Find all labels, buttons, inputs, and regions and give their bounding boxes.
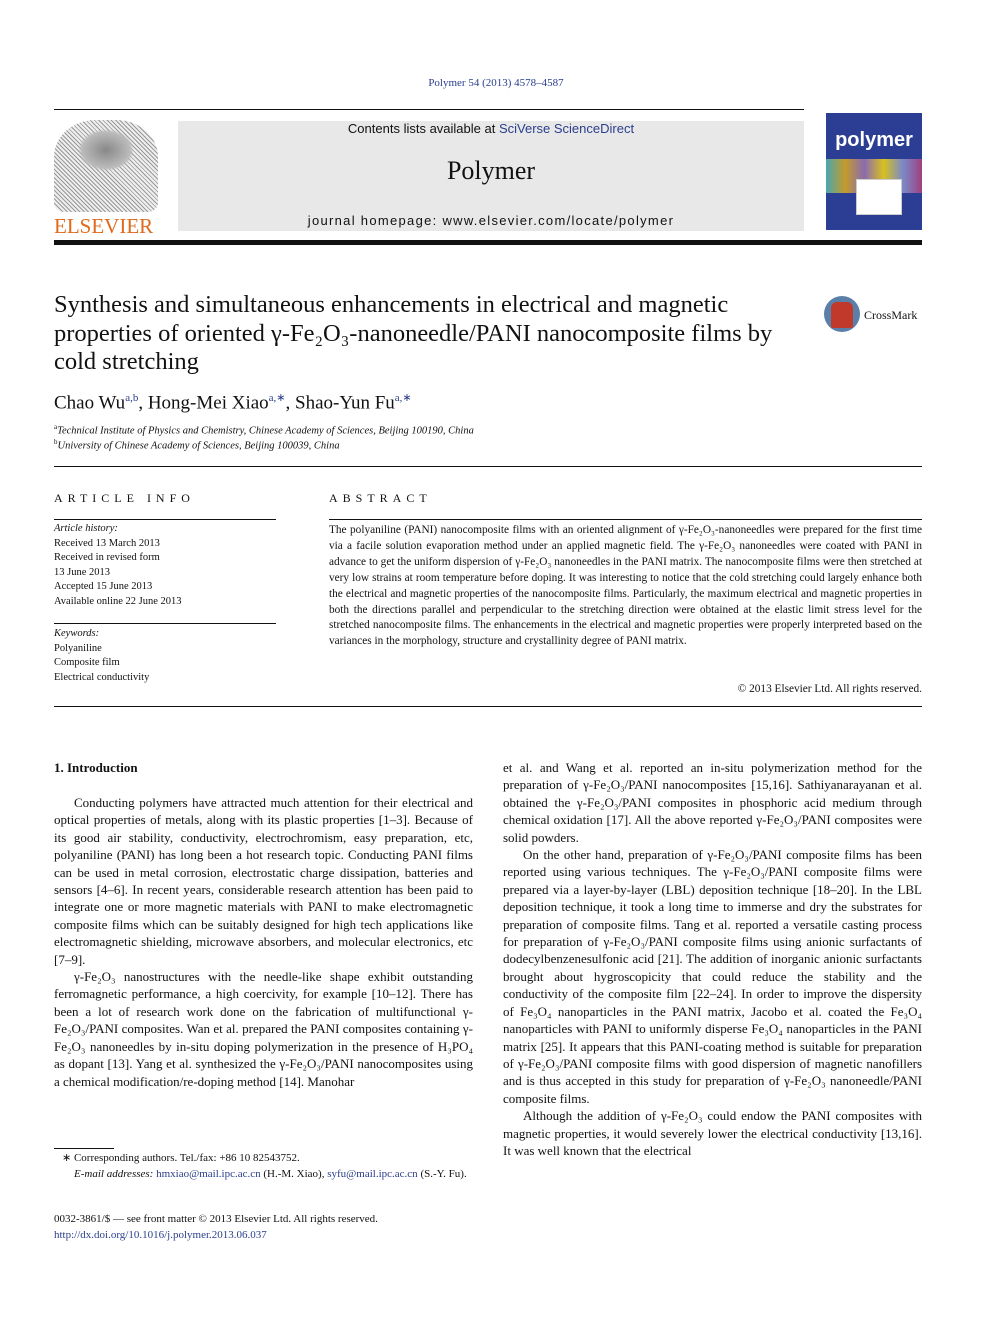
elsevier-logo[interactable]: ELSEVIER bbox=[54, 120, 158, 238]
front-matter: 0032-3861/$ — see front matter © 2013 El… bbox=[54, 1212, 378, 1243]
author-name[interactable]: Hong-Mei Xiao bbox=[148, 392, 269, 413]
article-info-rule bbox=[54, 519, 276, 520]
footnote-rule bbox=[54, 1148, 114, 1149]
header-rule bbox=[54, 109, 804, 110]
author-name[interactable]: Chao Wu bbox=[54, 392, 125, 413]
paragraph: On the other hand, preparation of γ-Fe₂O… bbox=[503, 847, 922, 1106]
crossmark-button[interactable]: CrossMark bbox=[824, 296, 924, 336]
history-item: Accepted 15 June 2013 bbox=[54, 581, 153, 592]
journal-cover-image[interactable]: polymer bbox=[826, 113, 922, 230]
email-note: E-mail addresses: hmxiao@mail.ipc.ac.cn … bbox=[54, 1167, 473, 1183]
email-link[interactable]: syfu@mail.ipc.ac.cn bbox=[327, 1168, 417, 1180]
author-name[interactable]: Shao-Yun Fu bbox=[295, 392, 395, 413]
affiliation-text: University of Chinese Academy of Science… bbox=[57, 440, 340, 452]
keywords-label: Keywords: bbox=[54, 628, 100, 639]
article-info-heading: ARTICLE INFO bbox=[54, 491, 195, 505]
history-item: Received 13 March 2013 bbox=[54, 537, 160, 549]
email-link[interactable]: hmxiao@mail.ipc.ac.cn bbox=[156, 1168, 261, 1180]
article-history: Article history: Received 13 March 2013 … bbox=[54, 522, 182, 609]
crossmark-label: CrossMark bbox=[864, 308, 918, 322]
paragraph: γ-Fe₂O₃ nanostructures with the needle-l… bbox=[54, 969, 473, 1089]
elsevier-tree-icon bbox=[54, 120, 158, 212]
contents-line: Contents lists available at SciVerse Sci… bbox=[178, 121, 804, 136]
abstract-text: The polyaniline (PANI) nanocomposite fil… bbox=[329, 524, 922, 648]
paragraph: Conducting polymers have attracted much … bbox=[54, 795, 473, 967]
paragraph: Although the addition of γ-Fe₂O₃ could e… bbox=[503, 1108, 922, 1158]
header-thick-rule bbox=[54, 240, 922, 245]
journal-homepage[interactable]: journal homepage: www.elsevier.com/locat… bbox=[178, 213, 804, 228]
sciencedirect-link[interactable]: SciVerse ScienceDirect bbox=[499, 121, 634, 136]
email-owner: (H.-M. Xiao), bbox=[263, 1167, 325, 1180]
journal-reference[interactable]: Polymer 54 (2013) 4578–4587 bbox=[0, 77, 992, 89]
email-owner: (S.-Y. Fu). bbox=[420, 1167, 467, 1180]
paragraph: et al. and Wang et al. reported an in-si… bbox=[503, 760, 922, 845]
crossmark-icon bbox=[824, 296, 860, 332]
footnote: ∗ Corresponding authors. Tel./fax: +86 1… bbox=[54, 1151, 473, 1182]
affiliation: bUniversity of Chinese Academy of Scienc… bbox=[54, 438, 340, 452]
author-affiliation-mark[interactable]: a,b bbox=[125, 392, 138, 404]
keyword: Polyaniline bbox=[54, 642, 102, 654]
contents-prefix: Contents lists available at bbox=[347, 121, 499, 136]
history-label: Article history: bbox=[54, 523, 118, 534]
journal-title: Polymer bbox=[446, 156, 536, 185]
body-column-left: Conducting polymers have attracted much … bbox=[54, 794, 473, 1090]
history-item: 13 June 2013 bbox=[54, 566, 110, 578]
cover-figure bbox=[856, 179, 902, 215]
abstract-copyright: © 2013 Elsevier Ltd. All rights reserved… bbox=[737, 683, 922, 695]
abstract-rule bbox=[329, 519, 922, 520]
keyword: Electrical conductivity bbox=[54, 671, 150, 683]
affiliation-text: Technical Institute of Physics and Chemi… bbox=[57, 425, 474, 437]
elsevier-wordmark: ELSEVIER bbox=[54, 214, 154, 238]
issn-line: 0032-3861/$ — see front matter © 2013 El… bbox=[54, 1213, 378, 1225]
email-label: E-mail addresses: bbox=[74, 1167, 154, 1180]
doi-link[interactable]: http://dx.doi.org/10.1016/j.polymer.2013… bbox=[54, 1228, 378, 1244]
author-affiliation-mark[interactable]: a,∗ bbox=[395, 392, 412, 404]
keyword: Composite film bbox=[54, 657, 120, 668]
corresponding-note: ∗ Corresponding authors. Tel./fax: +86 1… bbox=[62, 1152, 300, 1164]
keywords: Keywords: Polyaniline Composite film Ele… bbox=[54, 627, 149, 685]
journal-banner: Contents lists available at SciVerse Sci… bbox=[178, 121, 804, 231]
author-list: Chao Wua,b, Hong-Mei Xiaoa,∗, Shao-Yun F… bbox=[54, 392, 412, 414]
keywords-rule bbox=[54, 623, 276, 624]
affiliation: aTechnical Institute of Physics and Chem… bbox=[54, 423, 474, 437]
section-heading: 1. Introduction bbox=[54, 760, 138, 775]
article-title: Synthesis and simultaneous enhancements … bbox=[54, 291, 773, 375]
body-column-right: et al. and Wang et al. reported an in-si… bbox=[503, 759, 922, 1159]
history-item: Received in revised form bbox=[54, 552, 160, 563]
author-affiliation-mark[interactable]: a,∗ bbox=[269, 392, 286, 404]
abstract-bottom-rule bbox=[54, 706, 922, 707]
abstract-heading: ABSTRACT bbox=[329, 491, 432, 505]
section-divider bbox=[54, 466, 922, 467]
cover-title: polymer bbox=[835, 129, 913, 151]
history-item: Available online 22 June 2013 bbox=[54, 595, 182, 607]
